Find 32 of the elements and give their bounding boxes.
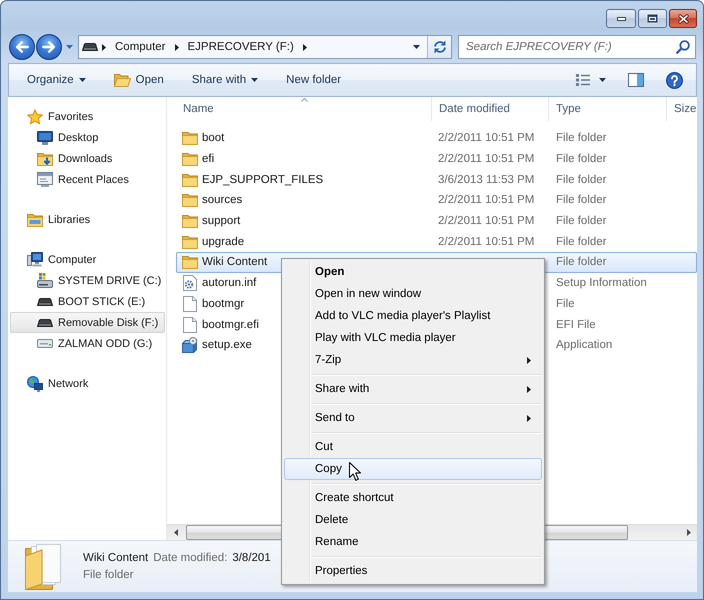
file-type: Setup Information — [556, 277, 647, 290]
file-type: File folder — [556, 153, 606, 166]
file-type: File folder — [556, 256, 606, 268]
item-name: Wiki Content — [83, 552, 148, 564]
file-name: autorun.inf — [202, 277, 256, 290]
file-name: support — [202, 215, 240, 228]
date-modified-value: 3/8/201 — [232, 552, 271, 564]
file-name: sources — [202, 194, 242, 206]
file-type: File folder — [556, 132, 606, 144]
date-modified-label: Date modified: — [153, 552, 228, 564]
item-type: File folder — [83, 569, 134, 581]
file-type: File — [556, 298, 575, 310]
file-name: setup.exe — [202, 339, 252, 352]
file-type: EFI File — [556, 318, 596, 331]
date-modified: 2/2/2011 10:51 PM — [438, 194, 534, 206]
file-name: bootmgr.efi — [202, 318, 259, 331]
file-type: File folder — [556, 194, 606, 206]
file-type: File folder — [556, 174, 606, 186]
file-name: upgrade — [202, 236, 244, 248]
file-name: boot — [202, 132, 224, 144]
file-type: File folder — [556, 215, 606, 228]
file-type: File folder — [556, 236, 606, 248]
date-modified: 3/6/2013 11:53 PM — [438, 174, 534, 186]
date-modified: 2/2/2011 10:51 PM — [438, 236, 534, 248]
file-name: bootmgr — [202, 298, 244, 310]
date-modified: 2/2/2011 10:51 PM — [438, 153, 534, 166]
file-name: EJP_SUPPORT_FILES — [202, 174, 324, 186]
date-modified: 2/2/2011 10:51 PM — [438, 132, 534, 144]
file-name: efi — [202, 153, 214, 166]
date-modified: 2/2/2011 10:51 PM — [438, 215, 534, 228]
file-name: Wiki Content — [202, 256, 268, 268]
file-type: Application — [556, 339, 612, 352]
